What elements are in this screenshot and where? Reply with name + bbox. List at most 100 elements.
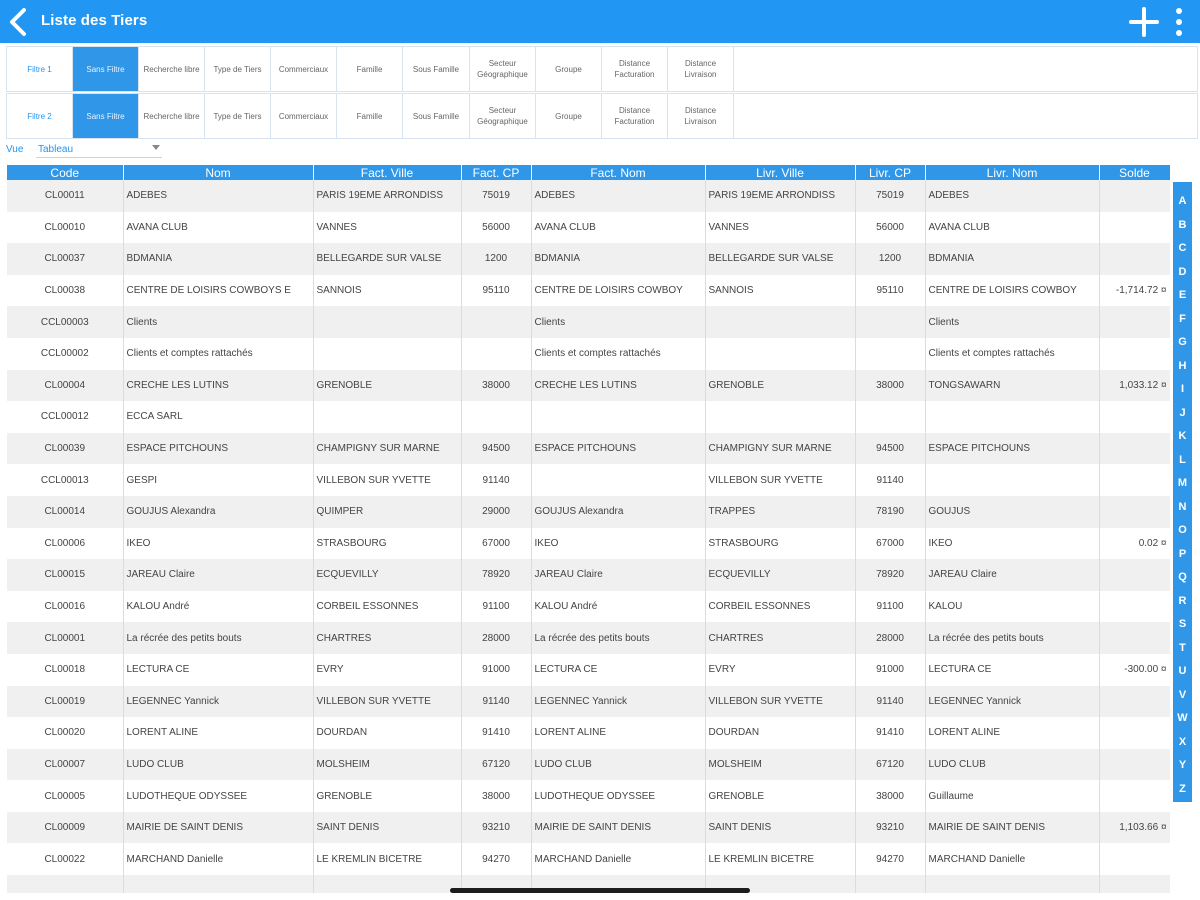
filter-1-commerciaux[interactable]: Commerciaux	[271, 47, 337, 91]
filter-1-secteur-geographique[interactable]: Secteur Géographique	[470, 47, 536, 91]
alpha-index-e[interactable]: E	[1179, 284, 1186, 308]
alpha-index-s[interactable]: S	[1179, 613, 1186, 637]
alpha-index-w[interactable]: W	[1177, 707, 1187, 731]
table-row[interactable]: CL00039 ESPACE PITCHOUNS CHAMPIGNY SUR MAR…	[7, 432, 1170, 465]
table-row[interactable]: CL00022 MARCHAND Danielle LE KREMLIN BICET…	[7, 843, 1170, 876]
alpha-index-c[interactable]: C	[1179, 237, 1187, 261]
filter-1-label: Filtre 1	[7, 47, 73, 91]
table-cell-fact-ville: MOLSHEIM	[313, 748, 462, 781]
table-row[interactable]: CL00014 GOUJUS Alexandra QUIMPER 29000 GOUJU…	[7, 495, 1170, 528]
table-row[interactable]: CL00001 La récrée des petits bouts CHARTRE…	[7, 622, 1170, 654]
more-vertical-icon[interactable]	[1170, 6, 1188, 38]
filter-1-distance-facturation[interactable]: Distance Facturation	[602, 47, 668, 91]
table-row[interactable]: CL00019 LEGENNEC Yannick VILLEBON SUR YVET…	[7, 685, 1170, 718]
filter-2-sans-filtre[interactable]: Sans Filtre	[73, 94, 139, 138]
tiers-table: Code Nom Fact. Ville Fact. CP Fact. Nom …	[7, 165, 1170, 893]
table-cell-solde	[1099, 464, 1170, 496]
column-header-solde[interactable]: Solde	[1099, 165, 1170, 180]
table-row[interactable]: CCL00003 Clients Clients Clients	[7, 306, 1170, 338]
filter-2-secteur-geographique[interactable]: Secteur Géographique	[470, 94, 536, 138]
alpha-index-g[interactable]: G	[1178, 331, 1187, 355]
column-header-nom[interactable]: Nom	[123, 165, 314, 180]
table-row[interactable]: CL00015 JAREAU Claire ECQUEVILLY 78920 JAREA…	[7, 559, 1170, 591]
alpha-index-a[interactable]: A	[1179, 190, 1187, 214]
alpha-index-j[interactable]: J	[1179, 402, 1185, 426]
table-row[interactable]: CCL00013 GESPI VILLEBON SUR YVETTE 91140 VIL…	[7, 464, 1170, 496]
alpha-index-l[interactable]: L	[1179, 449, 1186, 473]
filter-1-groupe[interactable]: Groupe	[536, 47, 602, 91]
table-cell-code: CL00005	[7, 780, 124, 812]
filter-2-type-de-tiers[interactable]: Type de Tiers	[205, 94, 271, 138]
alpha-index-z[interactable]: Z	[1179, 778, 1186, 802]
filter-2-distance-livraison[interactable]: Distance Livraison	[668, 94, 734, 138]
table-row[interactable]: CL00007 LUDO CLUB MOLSHEIM 67120 LUDO CLUB MO…	[7, 748, 1170, 781]
table-row[interactable]: CL00038 CENTRE DE LOISIRS COWBOYS E SANNOI…	[7, 274, 1170, 307]
alpha-index-t[interactable]: T	[1179, 637, 1186, 661]
alpha-index-q[interactable]: Q	[1178, 566, 1187, 590]
table-row[interactable]: CCL00012 ECCA SARL	[7, 401, 1170, 433]
vue-select[interactable]: Tableau	[36, 142, 162, 158]
table-row[interactable]: CL00005 LUDOTHEQUE ODYSSEE GRENOBLE 38000 LU…	[7, 780, 1170, 812]
column-header-fact-nom[interactable]: Fact. Nom	[531, 165, 706, 180]
table-row[interactable]: CL00004 CRECHE LES LUTINS GRENOBLE 38000 CRE…	[7, 369, 1170, 402]
column-header-code[interactable]: Code	[7, 165, 124, 180]
filter-2-distance-facturation[interactable]: Distance Facturation	[602, 94, 668, 138]
alpha-index-u[interactable]: U	[1179, 660, 1187, 684]
table-cell-code: CL00009	[7, 811, 124, 844]
table-cell-livr-cp: 91140	[855, 685, 926, 718]
plus-icon[interactable]	[1128, 6, 1160, 38]
app-header: Liste des Tiers	[0, 0, 1200, 43]
alpha-index-h[interactable]: H	[1179, 355, 1187, 379]
horizontal-scrollbar[interactable]	[450, 888, 750, 893]
table-row[interactable]: CL00018 LECTURA CE EVRY 91000 LECTURA CE EVRY…	[7, 653, 1170, 686]
filter-1-recherche-libre[interactable]: Recherche libre	[139, 47, 205, 91]
column-header-livr-cp[interactable]: Livr. CP	[855, 165, 926, 180]
table-row[interactable]: CL00016 KALOU André CORBEIL ESSONNES 91100 K…	[7, 590, 1170, 623]
column-header-fact-ville[interactable]: Fact. Ville	[313, 165, 462, 180]
table-row[interactable]: CL00037 BDMANIA BELLEGARDE SUR VALSE 1200 BD…	[7, 243, 1170, 275]
table-cell-fact-nom: Clients	[531, 306, 706, 338]
table-cell-fact-cp: 91100	[461, 590, 532, 623]
alpha-index-n[interactable]: N	[1179, 496, 1187, 520]
alpha-index-o[interactable]: O	[1178, 519, 1187, 543]
alpha-index-r[interactable]: R	[1179, 590, 1187, 614]
table-cell-fact-ville: LE KREMLIN BICETRE	[313, 843, 462, 876]
alpha-index-d[interactable]: D	[1179, 261, 1187, 285]
filter-1-sans-filtre[interactable]: Sans Filtre	[73, 47, 139, 91]
table-cell-fact-cp: 91410	[461, 717, 532, 749]
alpha-index-i[interactable]: I	[1181, 378, 1184, 402]
table-cell-livr-ville: VILLEBON SUR YVETTE	[705, 464, 856, 496]
table-cell-fact-cp: 67000	[461, 527, 532, 560]
filter-2-commerciaux[interactable]: Commerciaux	[271, 94, 337, 138]
table-row[interactable]: CL00009 MAIRIE DE SAINT DENIS SAINT DENIS 9…	[7, 811, 1170, 844]
alpha-index-b[interactable]: B	[1179, 214, 1187, 238]
filter-2-famille[interactable]: Famille	[337, 94, 403, 138]
filter-2-sous-famille[interactable]: Sous Famille	[403, 94, 470, 138]
alpha-index-p[interactable]: P	[1179, 543, 1186, 567]
filter-1-sous-famille[interactable]: Sous Famille	[403, 47, 470, 91]
alpha-index-m[interactable]: M	[1178, 472, 1187, 496]
column-header-fact-cp[interactable]: Fact. CP	[461, 165, 532, 180]
table-row[interactable]: CL00020 LORENT ALINE DOURDAN 91410 LORENT AL…	[7, 717, 1170, 749]
filter-2-groupe[interactable]: Groupe	[536, 94, 602, 138]
alpha-index-x[interactable]: X	[1179, 731, 1186, 755]
alpha-index-k[interactable]: K	[1179, 425, 1187, 449]
alpha-index-v[interactable]: V	[1179, 684, 1186, 708]
table-cell-solde	[1099, 180, 1170, 212]
column-header-livr-nom[interactable]: Livr. Nom	[925, 165, 1100, 180]
filter-1-distance-livraison[interactable]: Distance Livraison	[668, 47, 734, 91]
table-cell-fact-cp: 67120	[461, 748, 532, 781]
table-cell-nom: BDMANIA	[123, 243, 314, 275]
filter-1-famille[interactable]: Famille	[337, 47, 403, 91]
chevron-left-icon[interactable]	[6, 7, 32, 37]
table-row[interactable]: CL00011 ADEBES PARIS 19EME ARRONDISS 75019 A…	[7, 180, 1170, 212]
alpha-index-f[interactable]: F	[1179, 308, 1186, 332]
table-cell-livr-ville	[705, 306, 856, 338]
filter-2-recherche-libre[interactable]: Recherche libre	[139, 94, 205, 138]
filter-1-type-de-tiers[interactable]: Type de Tiers	[205, 47, 271, 91]
table-row[interactable]: CL00010 AVANA CLUB VANNES 56000 AVANA CLUB VA…	[7, 211, 1170, 244]
table-row[interactable]: CL00006 IKEO STRASBOURG 67000 IKEO STRASBOURG…	[7, 527, 1170, 560]
alpha-index-y[interactable]: Y	[1179, 754, 1186, 778]
column-header-livr-ville[interactable]: Livr. Ville	[705, 165, 856, 180]
table-row[interactable]: CCL00002 Clients et comptes rattachés Clie…	[7, 337, 1170, 370]
